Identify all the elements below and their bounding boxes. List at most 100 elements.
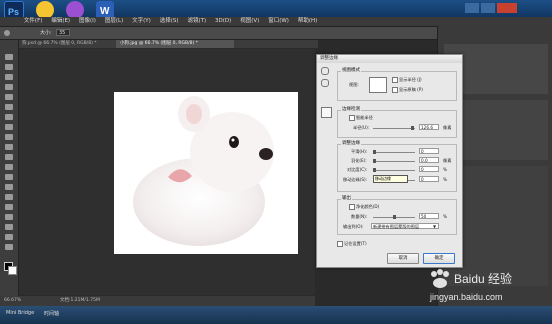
adjust-edge-label: 调整边缘: [341, 140, 361, 146]
baidu-paw-icon: [431, 269, 449, 288]
cancel-button[interactable]: 取消: [387, 253, 419, 264]
eyedropper-tool-icon[interactable]: [5, 104, 13, 110]
tooltip: 移动边缘: [373, 175, 408, 183]
size-label: 大小:: [40, 30, 52, 36]
output-to-select[interactable]: 新建带有图层蒙版的图层: [371, 223, 439, 229]
decontaminate-checkbox[interactable]: [349, 204, 355, 210]
dodge-tool-icon[interactable]: [5, 184, 13, 190]
amount-input[interactable]: 50: [419, 213, 439, 219]
feather-input[interactable]: 0.0: [419, 157, 439, 163]
contrast-unit: %: [443, 167, 447, 172]
edge-detection-label: 边缘检测: [341, 106, 361, 112]
lasso-tool-icon[interactable]: [5, 74, 13, 80]
menu-layer[interactable]: 图层(L): [105, 17, 123, 26]
menu-image[interactable]: 图像(I): [79, 17, 96, 26]
view-label: 视图:: [349, 82, 359, 87]
mini-bridge-tab[interactable]: Mini Bridge: [6, 310, 34, 316]
background-color-swatch[interactable]: [8, 266, 17, 275]
menu-type[interactable]: 文字(Y): [132, 17, 151, 26]
output-label: 输出: [341, 195, 352, 201]
smooth-label: 平滑(H):: [351, 149, 368, 154]
menu-help[interactable]: 帮助(H): [298, 17, 317, 26]
pen-tool-icon[interactable]: [5, 194, 13, 200]
hand-tool-icon[interactable]: [5, 234, 13, 240]
tab-puppy-jpg[interactable]: 小狗.jpg @ 66.7% (图层 0, RGB/8) *: [116, 40, 234, 48]
healing-tool-icon[interactable]: [5, 114, 13, 120]
marquee-tool-icon[interactable]: [5, 64, 13, 70]
menu-edit[interactable]: 编辑(E): [51, 17, 70, 26]
smart-radius-checkbox[interactable]: [349, 115, 355, 121]
timeline-tab[interactable]: 时间轴: [44, 310, 59, 317]
dialog-title: 调整边缘: [317, 55, 462, 63]
gradient-tool-icon[interactable]: [5, 164, 13, 170]
history-brush-tool-icon[interactable]: [5, 144, 13, 150]
document-canvas[interactable]: [114, 92, 298, 254]
tools-panel: [0, 40, 19, 300]
show-original-checkbox[interactable]: [392, 87, 398, 93]
watermark-url: jingyan.baidu.com: [430, 292, 503, 302]
path-select-tool-icon[interactable]: [5, 214, 13, 220]
chevron-down-icon: ▼: [433, 224, 437, 229]
feather-unit: 像素: [443, 158, 452, 163]
contrast-label: 对比度(C):: [347, 167, 368, 172]
contrast-slider-knob[interactable]: [373, 168, 376, 172]
close-button[interactable]: [497, 3, 517, 13]
blur-tool-icon[interactable]: [5, 174, 13, 180]
brush-tool-icon[interactable]: [5, 124, 13, 130]
remember-settings-label: 记住设置(T): [344, 241, 367, 246]
shift-edge-input[interactable]: 0: [419, 176, 439, 182]
bottom-taskbar: Mini Bridge 时间轴: [0, 306, 552, 324]
crop-tool-icon[interactable]: [5, 94, 13, 100]
stamp-tool-icon[interactable]: [5, 134, 13, 140]
svg-text:W: W: [100, 6, 110, 17]
output-to-label: 输出到(O):: [343, 224, 364, 229]
decontaminate-label: 净化颜色(D): [356, 204, 380, 209]
eraser-tool-icon[interactable]: [5, 154, 13, 160]
feather-slider-knob[interactable]: [373, 159, 376, 163]
amount-slider-knob[interactable]: [393, 215, 396, 219]
brush-preset-icon[interactable]: [4, 30, 10, 36]
contrast-slider[interactable]: [373, 170, 415, 171]
menu-file[interactable]: 文件(F): [24, 17, 42, 26]
menu-window[interactable]: 窗口(W): [268, 17, 289, 26]
shift-edge-label: 移动边缘(S):: [343, 177, 368, 182]
menu-select[interactable]: 选择(S): [160, 17, 179, 26]
menu-view[interactable]: 视图(V): [240, 17, 259, 26]
menu-filter[interactable]: 滤镜(T): [187, 17, 206, 26]
radius-input[interactable]: 126.6: [419, 124, 439, 130]
menu-3d[interactable]: 3D(D): [215, 17, 231, 26]
smooth-slider[interactable]: [373, 152, 415, 153]
size-input[interactable]: 35: [56, 29, 70, 36]
feather-label: 羽化(E):: [351, 158, 367, 163]
view-mode-label: 视图模式: [341, 67, 361, 73]
document-tabs: 狗.psd @ 66.7% (图层 0, RGB/8) * 小狗.jpg @ 6…: [18, 40, 318, 48]
quick-select-tool-icon[interactable]: [5, 84, 13, 90]
zoom-level[interactable]: 66.67%: [4, 296, 21, 306]
zoom-tool-icon[interactable]: [321, 67, 329, 75]
tab-dog-psd[interactable]: 狗.psd @ 66.7% (图层 0, RGB/8) *: [18, 40, 122, 48]
contrast-input[interactable]: 0: [419, 166, 439, 172]
type-tool-icon[interactable]: [5, 204, 13, 210]
radius-unit: 像素: [443, 125, 452, 130]
radius-slider-knob[interactable]: [411, 126, 414, 130]
show-radius-checkbox[interactable]: [392, 77, 398, 83]
view-preview-thumbnail[interactable]: [369, 77, 387, 93]
feather-slider[interactable]: [373, 161, 415, 162]
ok-button[interactable]: 确定: [423, 253, 455, 264]
hand-tool-icon[interactable]: [321, 79, 329, 87]
remember-settings-checkbox[interactable]: [337, 241, 343, 247]
maximize-button[interactable]: [481, 3, 495, 13]
refine-radius-tool-icon[interactable]: [321, 107, 332, 118]
radius-slider[interactable]: [373, 128, 415, 129]
smooth-input[interactable]: 0: [419, 148, 439, 154]
amount-label: 数量(N):: [351, 214, 368, 219]
show-radius-label: 显示半径 (J): [399, 77, 422, 82]
move-tool-icon[interactable]: [5, 54, 13, 60]
smooth-slider-knob[interactable]: [373, 150, 376, 154]
zoom-tool-icon[interactable]: [5, 244, 13, 250]
shape-tool-icon[interactable]: [5, 224, 13, 230]
watermark-brand: Baidu 经验: [454, 272, 513, 286]
minimize-button[interactable]: [465, 3, 479, 13]
show-original-label: 显示原稿 (P): [399, 87, 423, 92]
document-size: 文档:1.21M/1.75M: [60, 298, 100, 303]
